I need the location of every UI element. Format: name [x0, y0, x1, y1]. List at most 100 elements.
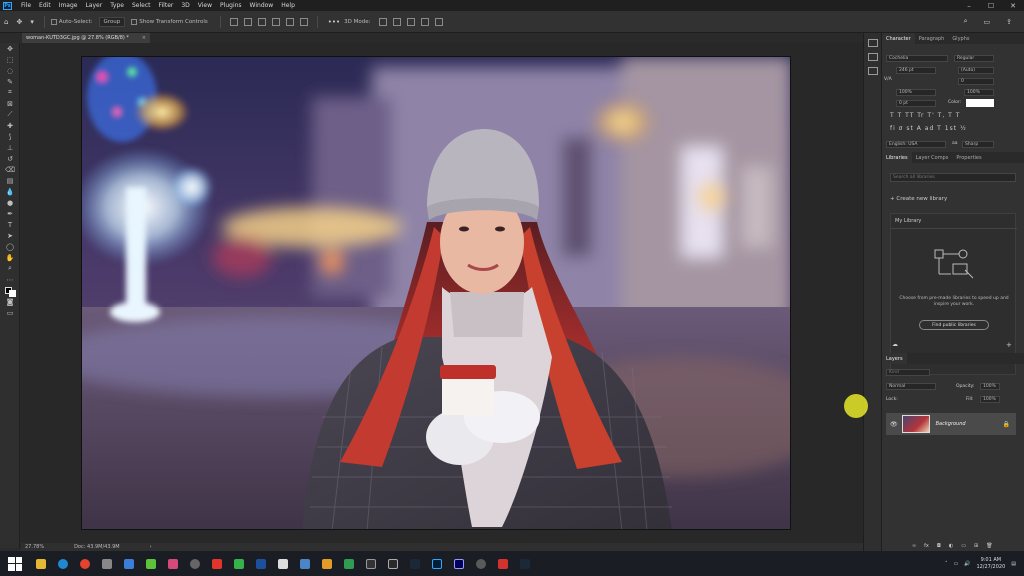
font-style-select[interactable]: Regular — [954, 55, 994, 62]
volume-icon[interactable]: 🔊 — [964, 561, 970, 567]
davinci-icon[interactable] — [476, 558, 486, 569]
menu-select[interactable]: Select — [128, 2, 155, 9]
align-bottom-icon[interactable] — [299, 17, 308, 26]
app-icon[interactable] — [256, 558, 266, 569]
brush-tool-icon[interactable]: ⟆ — [0, 131, 20, 142]
menu-help[interactable]: Help — [277, 2, 299, 9]
frame-tool-icon[interactable]: ⊠ — [0, 98, 20, 109]
character-panel-icon[interactable] — [867, 67, 878, 75]
shape-tool-icon[interactable]: ◯ — [0, 241, 20, 252]
library-search-input[interactable]: Search all libraries — [890, 173, 1016, 182]
auto-select-checkbox[interactable] — [50, 18, 57, 25]
quick-mask-icon[interactable]: ◙ — [0, 296, 20, 307]
crop-tool-icon[interactable]: ⌗ — [0, 87, 20, 98]
eyedropper-tool-icon[interactable]: ⟋ — [0, 109, 20, 120]
share-icon[interactable]: ⇪ — [1002, 18, 1016, 26]
visibility-eye-icon[interactable]: 👁 — [890, 421, 898, 428]
minimize-button[interactable]: – — [958, 2, 980, 10]
menu-edit[interactable]: Edit — [35, 2, 55, 9]
app-icon[interactable] — [344, 558, 354, 569]
blur-tool-icon[interactable]: 💧 — [0, 186, 20, 197]
opentype-buttons[interactable]: fi σ st A ad T 1st ½ — [890, 125, 967, 132]
add-mask-icon[interactable]: ◘ — [937, 543, 941, 549]
zoom-level[interactable]: 27.78% — [25, 544, 44, 550]
app-icon[interactable] — [300, 558, 310, 569]
more-options-button[interactable]: ••• — [324, 18, 344, 26]
notifications-icon[interactable]: ▤ — [1011, 561, 1016, 567]
layer-row-background[interactable]: 👁 Background 🔒 — [886, 413, 1016, 435]
menu-plugins[interactable]: Plugins — [216, 2, 246, 9]
app-icon[interactable] — [102, 558, 112, 569]
marquee-tool-icon[interactable]: ⬚ — [0, 54, 20, 65]
baseline-shift-field[interactable]: 0 pt — [896, 100, 936, 107]
menu-type[interactable]: Type — [106, 2, 128, 9]
app-icon[interactable] — [146, 558, 156, 569]
move-tool-icon[interactable]: ✥ — [12, 18, 26, 26]
tab-paragraph[interactable]: Paragraph — [915, 36, 949, 42]
antialias-select[interactable]: Sharp — [962, 141, 994, 148]
app-icon[interactable] — [520, 558, 530, 569]
menu-filter[interactable]: Filter — [155, 2, 178, 9]
document-image[interactable] — [81, 56, 791, 530]
dodge-tool-icon[interactable]: ● — [0, 197, 20, 208]
color-swatches-icon[interactable] — [0, 285, 20, 297]
add-library-item-button[interactable]: + — [1006, 341, 1012, 349]
type-style-buttons[interactable]: T T TT Tr T' T, T T — [890, 112, 960, 119]
history-icon[interactable] — [867, 39, 878, 47]
tab-layers[interactable]: Layers — [882, 353, 907, 364]
app-icon[interactable] — [124, 558, 134, 569]
leading-field[interactable]: (Auto) — [958, 67, 994, 74]
screen-mode-icon[interactable]: ▭ — [0, 307, 20, 318]
search-icon[interactable]: ⌕ — [960, 17, 972, 26]
find-public-libraries-button[interactable]: Find public libraries — [919, 320, 989, 330]
premiere-icon[interactable] — [454, 558, 464, 569]
app-icon[interactable] — [278, 558, 288, 569]
steam-icon[interactable] — [410, 558, 420, 569]
3d-pan-icon[interactable] — [407, 17, 416, 26]
3d-slide-icon[interactable] — [421, 17, 430, 26]
history-brush-tool-icon[interactable]: ↺ — [0, 153, 20, 164]
delete-layer-icon[interactable]: 🗑 — [986, 543, 992, 549]
align-right-icon[interactable] — [257, 17, 266, 26]
menu-layer[interactable]: Layer — [81, 2, 106, 9]
app-icon[interactable] — [322, 558, 332, 569]
document-tab[interactable]: woman-KUTD3GC.jpg @ 27.8% (RGB/8) * × — [22, 33, 150, 43]
more-tools-icon[interactable]: ⋯ — [0, 274, 20, 285]
show-transform-checkbox[interactable] — [131, 18, 138, 25]
app-icon[interactable] — [168, 558, 178, 569]
tab-properties[interactable]: Properties — [952, 155, 985, 161]
gradient-tool-icon[interactable]: ▤ — [0, 175, 20, 186]
layer-filter-kind[interactable]: Kind — [886, 369, 930, 376]
healing-brush-tool-icon[interactable]: ✚ — [0, 120, 20, 131]
photoshop-taskbar-icon[interactable] — [432, 558, 442, 569]
horizontal-scale-field[interactable]: 100% — [964, 89, 994, 96]
app-icon[interactable] — [388, 558, 398, 569]
tab-libraries[interactable]: Libraries — [882, 152, 912, 163]
status-arrow-icon[interactable]: › — [150, 544, 152, 550]
fill-field[interactable]: 100% — [980, 396, 1000, 403]
eraser-tool-icon[interactable]: ⌫ — [0, 164, 20, 175]
link-layers-icon[interactable]: ∞ — [912, 543, 916, 549]
workspace-icon[interactable]: ▭ — [980, 18, 995, 26]
chrome-icon[interactable] — [80, 558, 90, 569]
windows-start-icon[interactable] — [8, 556, 22, 571]
blend-mode-select[interactable]: Normal — [886, 383, 936, 390]
menu-file[interactable]: File — [17, 2, 35, 9]
tab-character[interactable]: Character — [882, 33, 915, 44]
menu-image[interactable]: Image — [55, 2, 82, 9]
app-icon[interactable] — [190, 558, 200, 569]
text-color-swatch[interactable] — [966, 99, 994, 107]
new-layer-icon[interactable]: ⊞ — [974, 543, 978, 549]
file-explorer-icon[interactable] — [36, 558, 46, 569]
hand-tool-icon[interactable]: ✋ — [0, 252, 20, 263]
close-document-icon[interactable]: × — [142, 35, 146, 41]
home-icon[interactable]: ⌂ — [0, 18, 12, 26]
font-family-select[interactable]: Cochelia — [886, 55, 948, 62]
my-library-card[interactable]: My Library Choose from pre-made librarie… — [890, 213, 1017, 375]
tracking-field[interactable]: 0 — [958, 78, 994, 85]
app-icon[interactable] — [234, 558, 244, 569]
edge-icon[interactable] — [58, 558, 68, 569]
path-select-tool-icon[interactable]: ➤ — [0, 230, 20, 241]
type-tool-icon[interactable]: T — [0, 219, 20, 230]
move-tool-icon[interactable]: ✥ — [0, 43, 20, 54]
